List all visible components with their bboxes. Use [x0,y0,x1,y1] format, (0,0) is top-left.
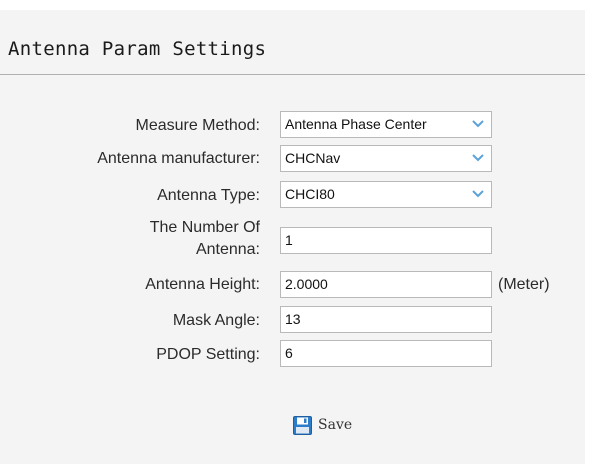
antenna-height-label: Antenna Height: [145,276,260,293]
number-of-antenna-input[interactable]: 1 [280,227,492,254]
measure-method-value: Antenna Phase Center [285,116,427,132]
pdop-setting-label: PDOP Setting: [156,346,260,363]
pdop-setting-input[interactable]: 6 [280,340,492,367]
mask-angle-input[interactable]: 13 [280,306,492,333]
antenna-manufacturer-value: CHCNav [285,150,341,166]
page-title: Antenna Param Settings [8,38,267,60]
antenna-manufacturer-label: Antenna manufacturer: [97,150,260,167]
chevron-down-icon [472,120,484,128]
antenna-height-unit: (Meter) [498,276,550,293]
number-of-antenna-label: The Number Of Antenna: [149,219,260,258]
antenna-type-value: CHCI80 [285,186,335,202]
title-divider [0,74,585,75]
antenna-height-input[interactable]: 2.0000 [280,271,492,298]
save-button-label: Save [318,417,353,433]
measure-method-select[interactable]: Antenna Phase Center [280,111,492,138]
antenna-manufacturer-select[interactable]: CHCNav [280,145,492,172]
mask-angle-label: Mask Angle: [172,312,260,329]
save-button[interactable]: Save [293,414,352,436]
chevron-down-icon [472,190,484,198]
measure-method-label: Measure Method: [135,117,260,134]
antenna-type-label: Antenna Type: [157,187,260,204]
antenna-type-select[interactable]: CHCI80 [280,181,492,208]
chevron-down-icon [472,154,484,162]
floppy-disk-icon [293,415,312,435]
